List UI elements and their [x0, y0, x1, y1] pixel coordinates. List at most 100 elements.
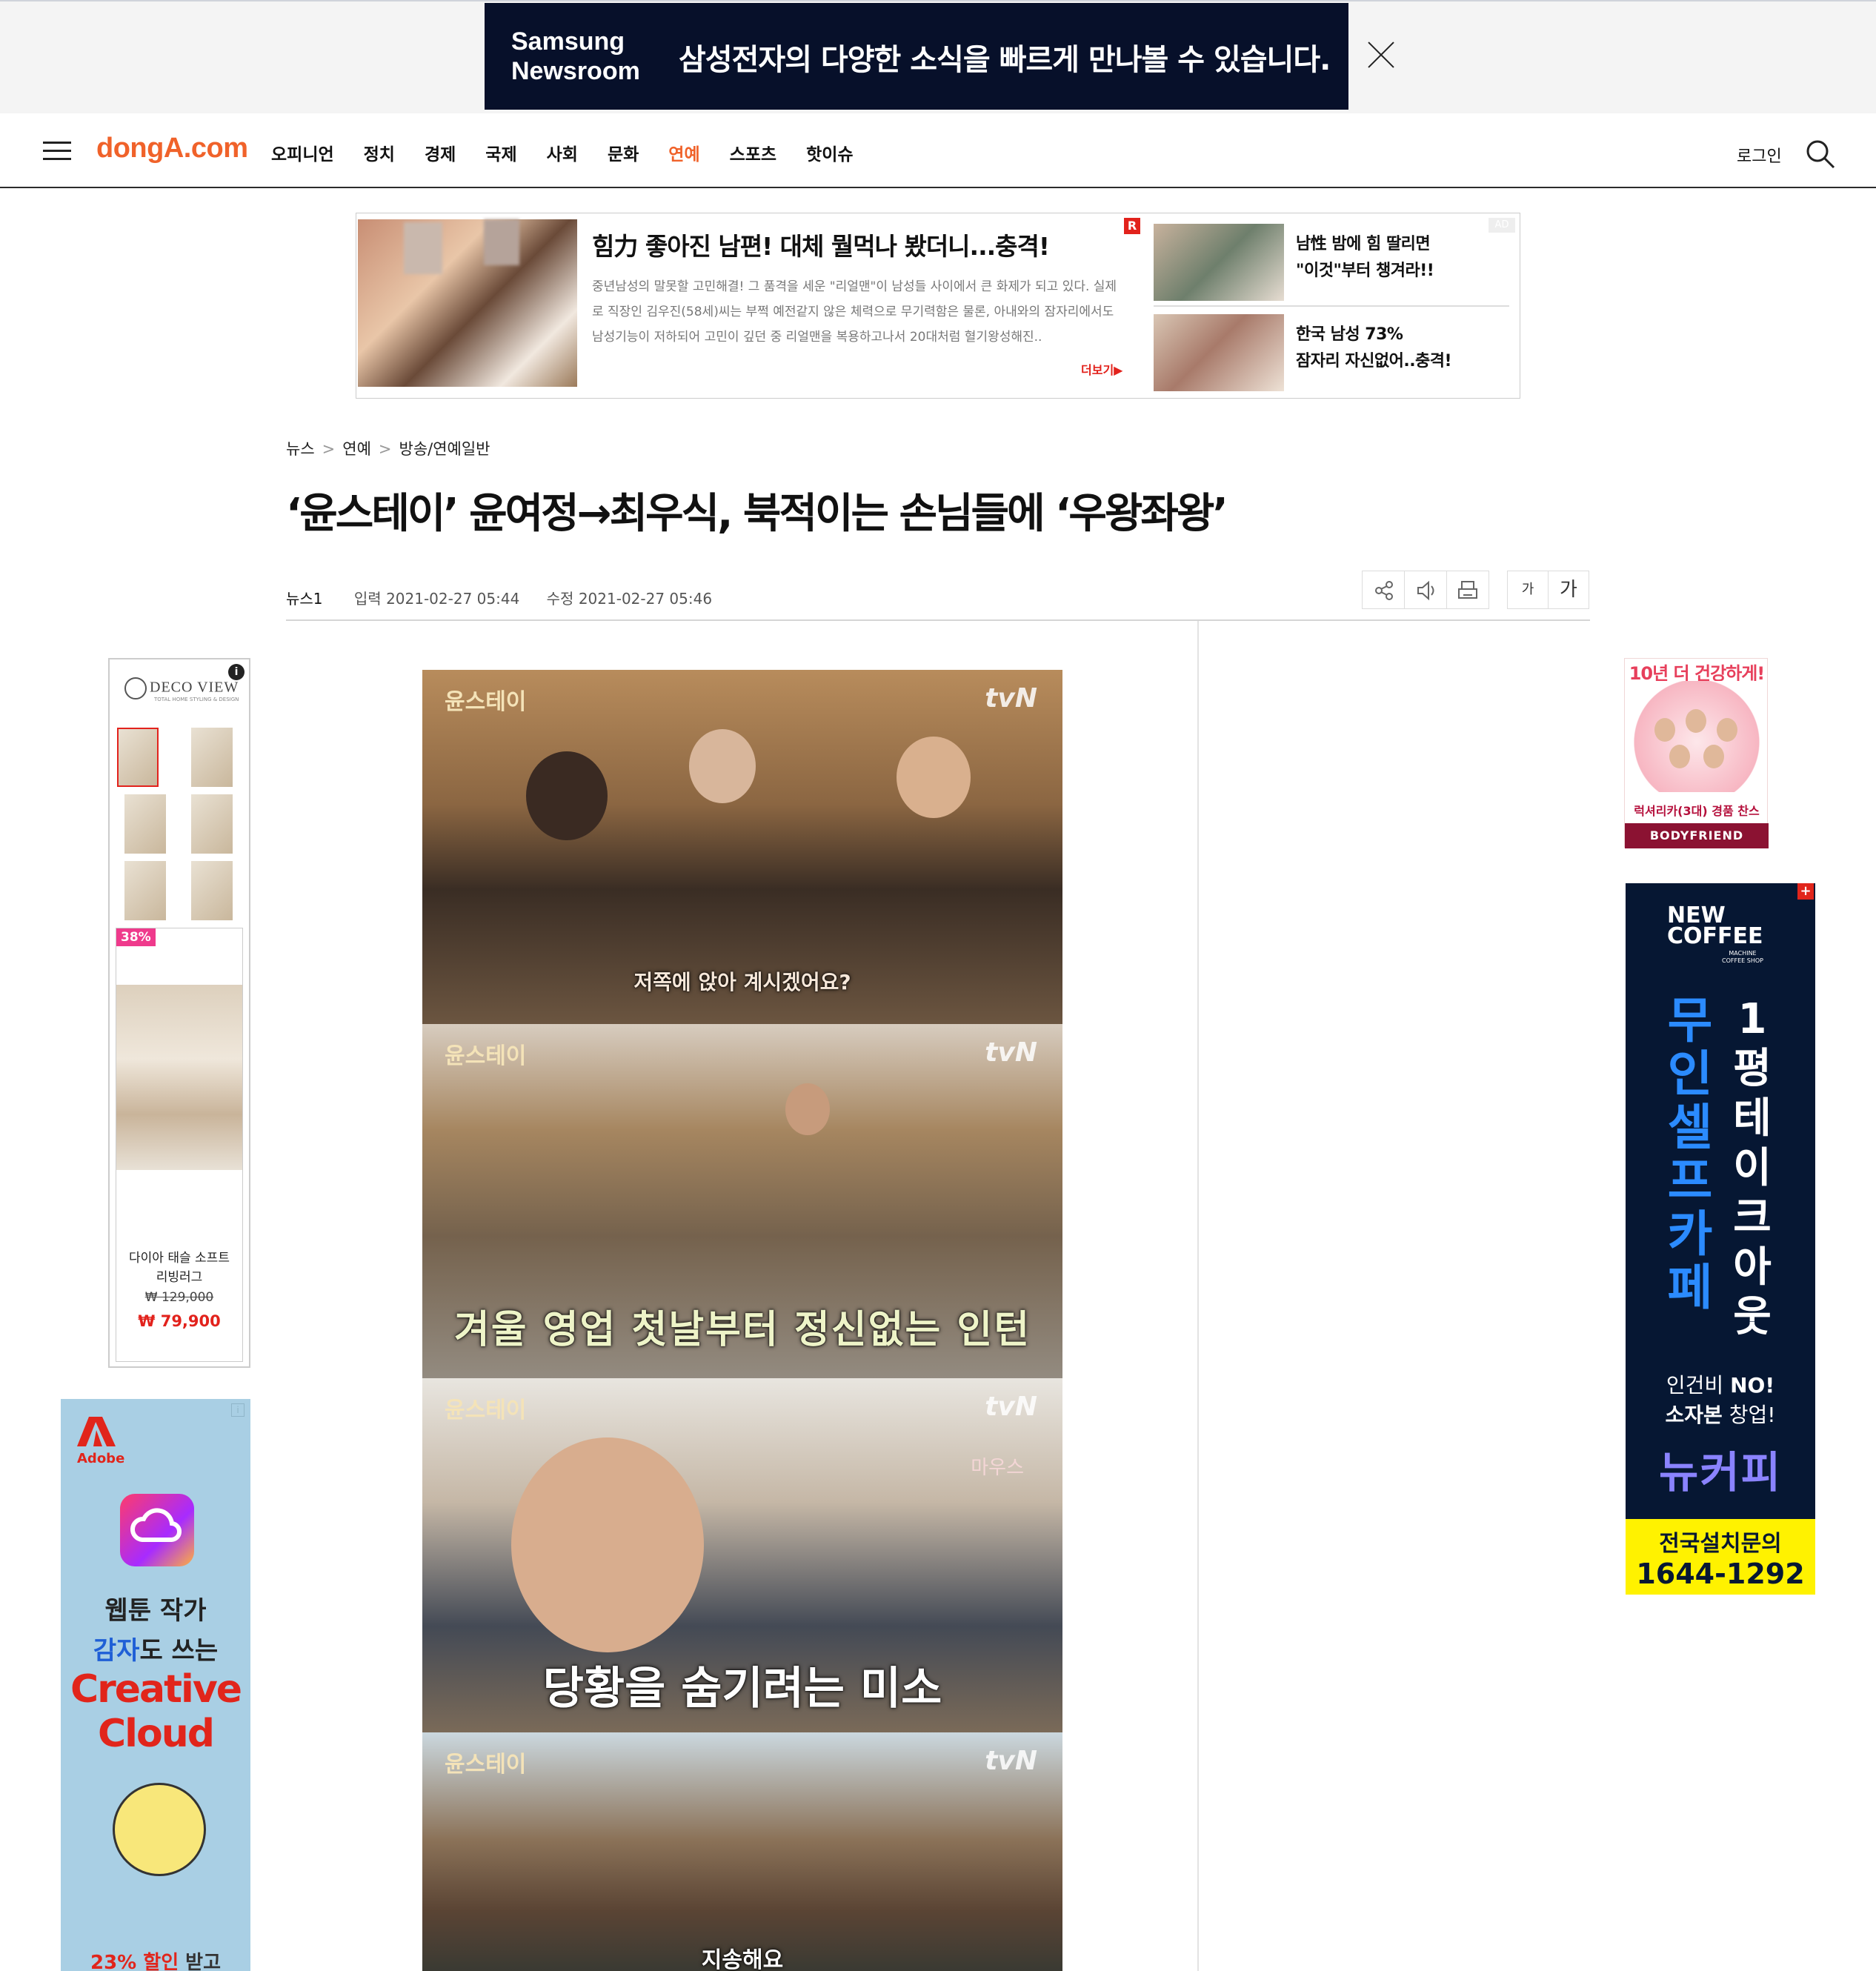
hamburger-menu-icon[interactable]	[43, 142, 71, 161]
adobe-line3b: Cloud	[98, 1712, 215, 1756]
side-ad-line: 한국 남성 73%	[1296, 325, 1403, 344]
article-image[interactable]: 윤스테이 tvN 겨울 영업 첫날부터 정신없는 인턴	[422, 1024, 1062, 1378]
original-price: ₩ 129,000	[144, 1290, 214, 1305]
close-icon[interactable]	[1366, 40, 1396, 70]
speaker-icon[interactable]	[1404, 571, 1447, 609]
ad-more-link[interactable]: 더보기▶	[1081, 360, 1122, 378]
article-image[interactable]: 윤스테이 tvN 지송해요	[422, 1732, 1062, 1971]
print-icon[interactable]	[1446, 571, 1489, 609]
plus-icon[interactable]: +	[1797, 883, 1814, 900]
decoview-ad[interactable]: i DECO VIEW TOTAL HOME STYLING & DESIGN …	[108, 658, 250, 1368]
ad-r-badge: R	[1124, 218, 1140, 234]
channel-logo: tvN	[985, 1746, 1037, 1776]
discount-badge: 38%	[116, 928, 156, 946]
vertical-char: 페	[1667, 1259, 1713, 1316]
samsung-banner-message: 삼성전자의 다양한 소식을 빠르게 만나볼 수 있습니다.	[679, 43, 1331, 77]
side-ad-text[interactable]: 한국 남성 73% 잠자리 자신없어..충격!	[1296, 322, 1452, 375]
vertical-char: 평	[1733, 1045, 1772, 1093]
channel-logo: tvN	[985, 1037, 1037, 1068]
product-thumb[interactable]	[191, 728, 233, 787]
newcoffee-vertical-left: 무 인 셀 프 카 페	[1664, 994, 1716, 1314]
sale-price: ₩ 79,900	[138, 1312, 221, 1330]
product-thumb[interactable]	[191, 861, 233, 920]
column-divider	[1197, 621, 1199, 1971]
breadcrumb-item[interactable]: 뉴스	[286, 440, 315, 458]
product-card[interactable]: 38% 다이아 태슬 소프트 리빙러그 ₩ 129,000 ₩ 79,900	[116, 928, 243, 1362]
newcoffee-logo: NEW COFFEE	[1667, 903, 1763, 949]
bodyfriend-ad[interactable]: 10년 더 건강하게! 럭셔리카(3대) 경품 찬스 BODYFRIEND	[1624, 658, 1769, 848]
show-logo: 윤스테이	[445, 1043, 527, 1069]
product-thumb[interactable]	[117, 728, 159, 787]
search-icon[interactable]	[1805, 139, 1836, 170]
breadcrumb-item[interactable]: 연예	[342, 440, 371, 458]
share-icon[interactable]	[1362, 571, 1405, 609]
image-side-text: 마우스	[971, 1457, 1024, 1479]
login-link[interactable]: 로그인	[1737, 143, 1782, 167]
vertical-char: 이	[1733, 1144, 1772, 1192]
adobe-line2: 감자도 쓰는	[61, 1630, 250, 1666]
nav-item-society[interactable]: 사회	[547, 140, 578, 165]
samsung-newsroom-banner[interactable]: Samsung Newsroom 삼성전자의 다양한 소식을 빠르게 만나볼 수…	[485, 3, 1348, 110]
newcoffee-brand: 뉴커피	[1658, 1447, 1783, 1498]
article-headline: ‘윤스테이’ 윤여정→최우식, 북적이는 손님들에 ‘우왕좌왕’	[286, 490, 1228, 538]
nav-item-entertainment[interactable]: 연예	[668, 140, 699, 165]
product-image[interactable]	[116, 985, 242, 1170]
image-caption: 당황을 숨기려는 미소	[542, 1663, 942, 1715]
article-image[interactable]: 윤스테이 tvN 마우스 당황을 숨기려는 미소	[422, 1378, 1062, 1732]
side-ad-image[interactable]	[1154, 224, 1284, 301]
samsung-logo-line2: Newsroom	[511, 57, 640, 85]
side-ad-image[interactable]	[1154, 314, 1284, 391]
article-image[interactable]: 윤스테이 tvN 저쪽에 앉아 계시겠어요?	[422, 670, 1062, 1024]
nav-menu: 오피니언 정치 경제 국제 사회 문화 연예 스포츠 핫이슈	[271, 140, 883, 165]
nav-item-sports[interactable]: 스포츠	[730, 140, 776, 165]
potato-mascot-icon	[113, 1783, 206, 1876]
native-ad-box[interactable]: 힘力 좋아진 남편! 대체 뭘먹나 봤더니...충격! 중년남성의 말못할 고민…	[356, 213, 1520, 399]
vertical-char: 웃	[1733, 1293, 1772, 1341]
adobe-logo-icon: Adobe	[77, 1417, 124, 1466]
nav-item-opinion[interactable]: 오피니언	[271, 140, 334, 165]
image-caption: 지송해요	[701, 1947, 784, 1971]
adobe-ad[interactable]: i Adobe 웹툰 작가 감자도 쓰는 Creative Cloud 23% …	[61, 1399, 250, 1971]
article-source: 뉴스1	[286, 590, 323, 608]
ad-photo[interactable]	[358, 219, 577, 387]
side-ad-text[interactable]: 남性 밤에 힘 딸리면 "이것"부터 챙겨라!!	[1296, 231, 1434, 285]
show-logo: 윤스테이	[445, 1752, 527, 1778]
breadcrumb-item[interactable]: 방송/연예일반	[399, 440, 490, 458]
adobe-line4-rest: 받고	[185, 1952, 222, 1971]
tagline-part: 인건비	[1666, 1373, 1731, 1397]
side-ad-line: 남性 밤에 힘 딸리면	[1296, 235, 1431, 253]
newcoffee-ad[interactable]: + NEW COFFEE MACHINE COFFEE SHOP 무 인 셀 프…	[1626, 883, 1815, 1595]
side-ad-line: "이것"부터 챙겨라!!	[1296, 262, 1434, 280]
contact-label: 전국설치문의	[1659, 1531, 1782, 1557]
main-navigation: dongA.com 오피니언 정치 경제 국제 사회 문화 연예 스포츠 핫이슈…	[0, 113, 1876, 188]
product-thumb[interactable]	[124, 794, 166, 854]
font-size-decrease-button[interactable]: 가	[1507, 571, 1549, 609]
adobe-line3a: Creative	[70, 1667, 242, 1712]
adobe-brand: Adobe	[77, 1451, 125, 1466]
breadcrumb: 뉴스 > 연예 > 방송/연예일반	[286, 440, 490, 458]
nav-item-international[interactable]: 국제	[485, 140, 516, 165]
bodyfriend-promo: 럭셔리카(3대) 경품 찬스	[1634, 804, 1760, 818]
bodyfriend-logo: BODYFRIEND	[1625, 823, 1769, 848]
font-size-increase-button[interactable]: 가	[1548, 571, 1589, 609]
adobe-line2-highlight: 감자	[93, 1636, 140, 1666]
vertical-char: 셀	[1667, 1099, 1713, 1156]
tagline-part: 창업!	[1722, 1403, 1776, 1427]
channel-logo: tvN	[985, 683, 1037, 714]
ad-title[interactable]: 힘力 좋아진 남편! 대체 뭘먹나 봤더니...충격!	[592, 227, 1050, 262]
top-promo-banner: Samsung Newsroom 삼성전자의 다양한 소식을 빠르게 만나볼 수…	[0, 0, 1876, 113]
tagline-part: 소자본	[1665, 1403, 1723, 1427]
adobe-line1: 웹툰 작가	[104, 1596, 207, 1626]
vertical-char: 테	[1733, 1094, 1772, 1143]
site-logo[interactable]: dongA.com	[96, 133, 248, 164]
nav-item-politics[interactable]: 정치	[364, 140, 395, 165]
product-thumb[interactable]	[191, 794, 233, 854]
nav-item-hot-issue[interactable]: 핫이슈	[806, 140, 853, 165]
product-thumb[interactable]	[124, 861, 166, 920]
nav-item-culture[interactable]: 문화	[608, 140, 639, 165]
nav-item-economy[interactable]: 경제	[425, 140, 456, 165]
ad-info-icon[interactable]: i	[231, 1403, 245, 1417]
bodyfriend-headline: 10년 더 건강하게!	[1629, 663, 1766, 684]
ad-body: 중년남성의 말못할 고민해결! 그 품격을 세운 "리얼맨"이 남성들 사이에서…	[592, 279, 1117, 345]
newcoffee-contact: 전국설치문의 1644-1292	[1626, 1519, 1815, 1595]
